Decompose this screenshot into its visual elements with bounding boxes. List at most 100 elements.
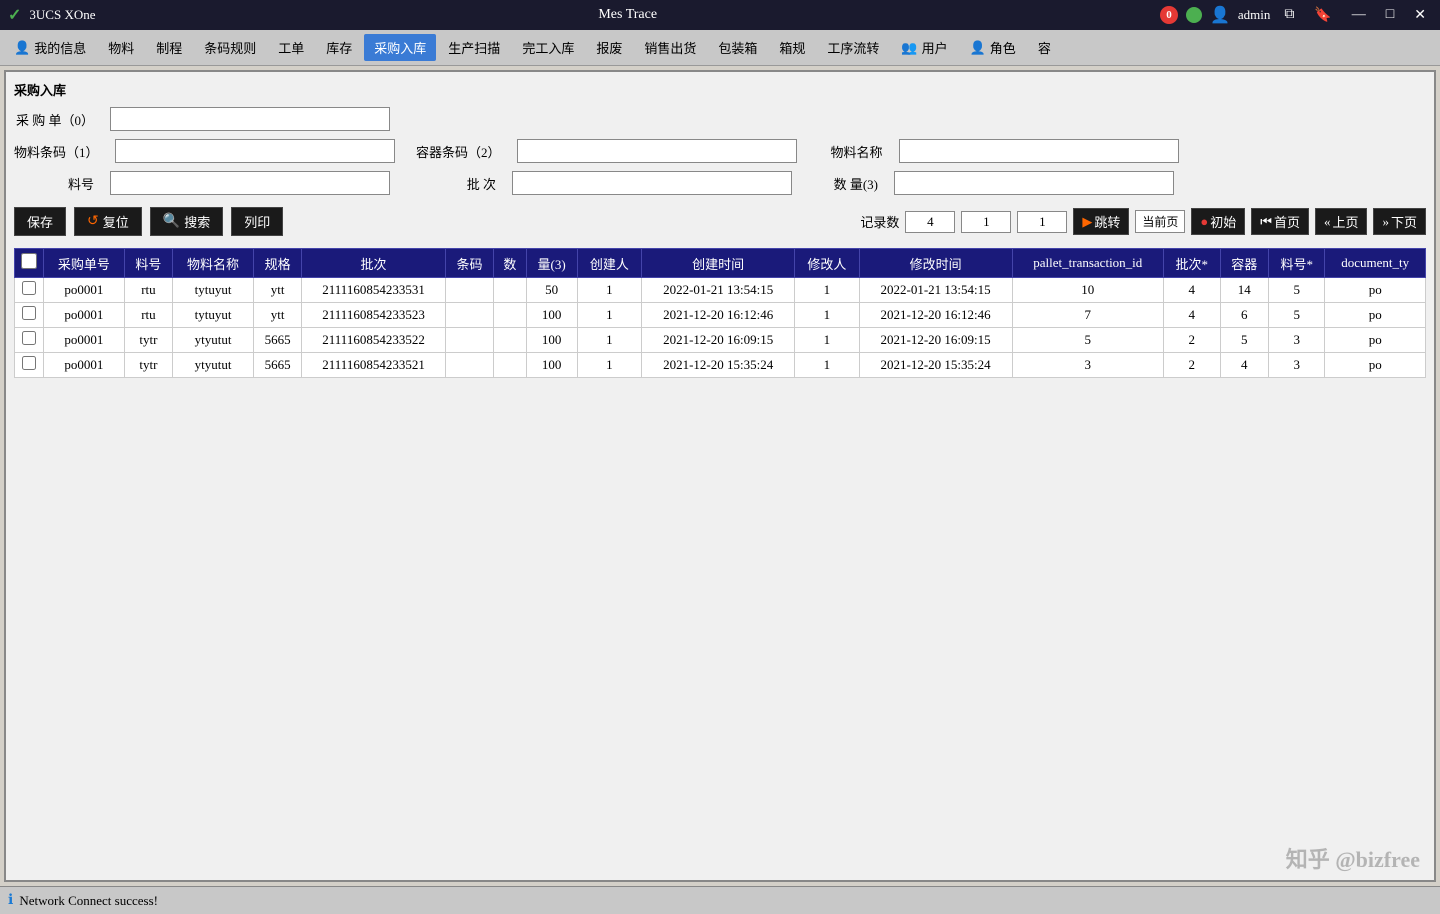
cell-part-no-2: tytr — [124, 328, 172, 353]
table-row: po0001 rtu tytuyut ytt 2111160854233523 … — [15, 303, 1426, 328]
row-checkbox-3[interactable] — [22, 356, 36, 370]
page-input-2[interactable] — [1017, 211, 1067, 233]
jump-arrow-icon: ▶ — [1082, 214, 1092, 230]
cell-qty-0 — [494, 278, 526, 303]
monitor-button[interactable]: ⧉ — [1278, 5, 1300, 25]
minimize-button[interactable]: — — [1346, 5, 1372, 25]
cell-part-no2-0: 5 — [1268, 278, 1325, 303]
work-order-label: 工单 — [278, 38, 304, 57]
nav-first-icon: ⏮ — [1260, 214, 1272, 230]
purchase-order-input[interactable] — [110, 107, 390, 131]
print-label: 列印 — [244, 212, 270, 231]
reset-button[interactable]: ↺ 复位 — [74, 207, 142, 236]
container-barcode-input[interactable] — [517, 139, 797, 163]
material-barcode-input[interactable] — [115, 139, 395, 163]
sidebar-item-finish-in[interactable]: 完工入库 — [512, 34, 584, 61]
status-dot — [1186, 7, 1202, 23]
bookmark-button[interactable]: 🔖 — [1308, 5, 1337, 26]
sidebar-item-user[interactable]: 👥 用户 — [891, 34, 957, 61]
cell-modifier-3: 1 — [795, 353, 860, 378]
row-checkbox-2[interactable] — [22, 331, 36, 345]
barcode-rules-label: 条码规则 — [204, 38, 256, 57]
header-doc-type: document_ty — [1325, 249, 1426, 278]
page-input-1[interactable] — [961, 211, 1011, 233]
row-checkbox-0[interactable] — [22, 281, 36, 295]
cell-qty3-2: 100 — [526, 328, 577, 353]
cell-batch-2: 2111160854233522 — [302, 328, 445, 353]
status-bar: ℹ Network Connect success! — [0, 886, 1440, 914]
record-count-input[interactable] — [905, 211, 955, 233]
sidebar-item-inventory[interactable]: 库存 — [316, 34, 362, 61]
save-button[interactable]: 保存 — [14, 207, 66, 236]
nav-start-label: 初始 — [1210, 212, 1236, 231]
sidebar-item-box-rules[interactable]: 箱规 — [769, 34, 815, 61]
table-row: po0001 tytr ytyutut 5665 211116085423352… — [15, 353, 1426, 378]
admin-name: admin — [1238, 7, 1271, 23]
part-number-input[interactable] — [110, 171, 390, 195]
toolbar: 保存 ↺ 复位 🔍 搜索 列印 记录数 ▶ 跳转 当前页 ● 初始 — [14, 203, 1426, 240]
header-modify-time: 修改时间 — [859, 249, 1012, 278]
sidebar-item-pack-box[interactable]: 包装箱 — [708, 34, 767, 61]
cell-modify-time-2: 2021-12-20 16:09:15 — [859, 328, 1012, 353]
reset-icon: ↺ — [87, 213, 99, 230]
nav-next-label: 下页 — [1391, 212, 1417, 231]
row-checkbox-1[interactable] — [22, 306, 36, 320]
status-icon: ℹ — [8, 892, 13, 909]
cell-part-no-1: rtu — [124, 303, 172, 328]
restore-button[interactable]: □ — [1380, 5, 1400, 25]
current-page-button[interactable]: 当前页 — [1135, 210, 1185, 233]
nav-first-button[interactable]: ⏮ 首页 — [1251, 208, 1309, 235]
form-row-2: 物料条码（1） 容器条码（2） 物料名称 — [14, 139, 1426, 163]
cell-batch2-2: 2 — [1164, 328, 1221, 353]
jump-label: 跳转 — [1094, 212, 1120, 231]
header-batch: 批次 — [302, 249, 445, 278]
purchase-order-label: 采 购 单（0） — [14, 110, 94, 129]
nav-start-button[interactable]: ● 初始 — [1191, 208, 1245, 235]
header-spec: 规格 — [253, 249, 301, 278]
jump-button[interactable]: ▶ 跳转 — [1073, 208, 1129, 235]
title-bar: ✓ 3UCS XOne Mes Trace 0 👤 admin ⧉ 🔖 — □ … — [0, 0, 1440, 30]
sidebar-item-production-scan[interactable]: 生产扫描 — [438, 34, 510, 61]
quantity-input[interactable] — [894, 171, 1174, 195]
sidebar-item-purchase-in[interactable]: 采购入库 — [364, 34, 436, 61]
sidebar-item-process[interactable]: 制程 — [146, 34, 192, 61]
header-batch2: 批次* — [1164, 249, 1221, 278]
role-icon-menu: 👤 — [970, 40, 986, 56]
sidebar-item-material[interactable]: 物料 — [98, 34, 144, 61]
cell-doc-type-3: po — [1325, 353, 1426, 378]
row-checkbox-cell-1 — [15, 303, 44, 328]
sidebar-item-sales-out[interactable]: 销售出货 — [634, 34, 706, 61]
sidebar-item-report[interactable]: 报废 — [586, 34, 632, 61]
sidebar-item-container[interactable]: 容 — [1028, 34, 1061, 61]
print-button[interactable]: 列印 — [231, 207, 283, 236]
cell-po-number-1: po0001 — [44, 303, 125, 328]
table-container: 采购单号 料号 物料名称 规格 批次 条码 数 量(3) 创建人 创建时间 修改… — [14, 248, 1426, 378]
notification-badge[interactable]: 0 — [1160, 6, 1178, 24]
nav-prev-button[interactable]: « 上页 — [1315, 208, 1368, 235]
cell-batch2-0: 4 — [1164, 278, 1221, 303]
cell-qty3-0: 50 — [526, 278, 577, 303]
header-po-number: 采购单号 — [44, 249, 125, 278]
batch-input[interactable] — [512, 171, 792, 195]
header-checkbox[interactable] — [21, 253, 37, 269]
cell-pallet-id-3: 3 — [1012, 353, 1164, 378]
nav-next-button[interactable]: » 下页 — [1373, 208, 1426, 235]
sidebar-item-my-info[interactable]: 👤 我的信息 — [4, 34, 96, 61]
material-name-input[interactable] — [899, 139, 1179, 163]
sidebar-item-role[interactable]: 👤 角色 — [960, 34, 1026, 61]
search-button[interactable]: 🔍 搜索 — [150, 207, 223, 236]
cell-container-1: 6 — [1220, 303, 1268, 328]
form-row-3: 料号 批 次 数 量(3) — [14, 171, 1426, 195]
cell-po-number-0: po0001 — [44, 278, 125, 303]
sidebar-item-work-order[interactable]: 工单 — [268, 34, 314, 61]
role-label: 角色 — [990, 38, 1016, 57]
nav-prev-icon: « — [1324, 214, 1331, 230]
header-pallet-id: pallet_transaction_id — [1012, 249, 1164, 278]
nav-prev-label: 上页 — [1332, 212, 1358, 231]
section-title: 采购入库 — [14, 80, 1426, 99]
close-button[interactable]: ✕ — [1408, 5, 1432, 26]
cell-container-2: 5 — [1220, 328, 1268, 353]
cell-modify-time-0: 2022-01-21 13:54:15 — [859, 278, 1012, 303]
sidebar-item-barcode-rules[interactable]: 条码规则 — [194, 34, 266, 61]
sidebar-item-process-flow[interactable]: 工序流转 — [817, 34, 889, 61]
